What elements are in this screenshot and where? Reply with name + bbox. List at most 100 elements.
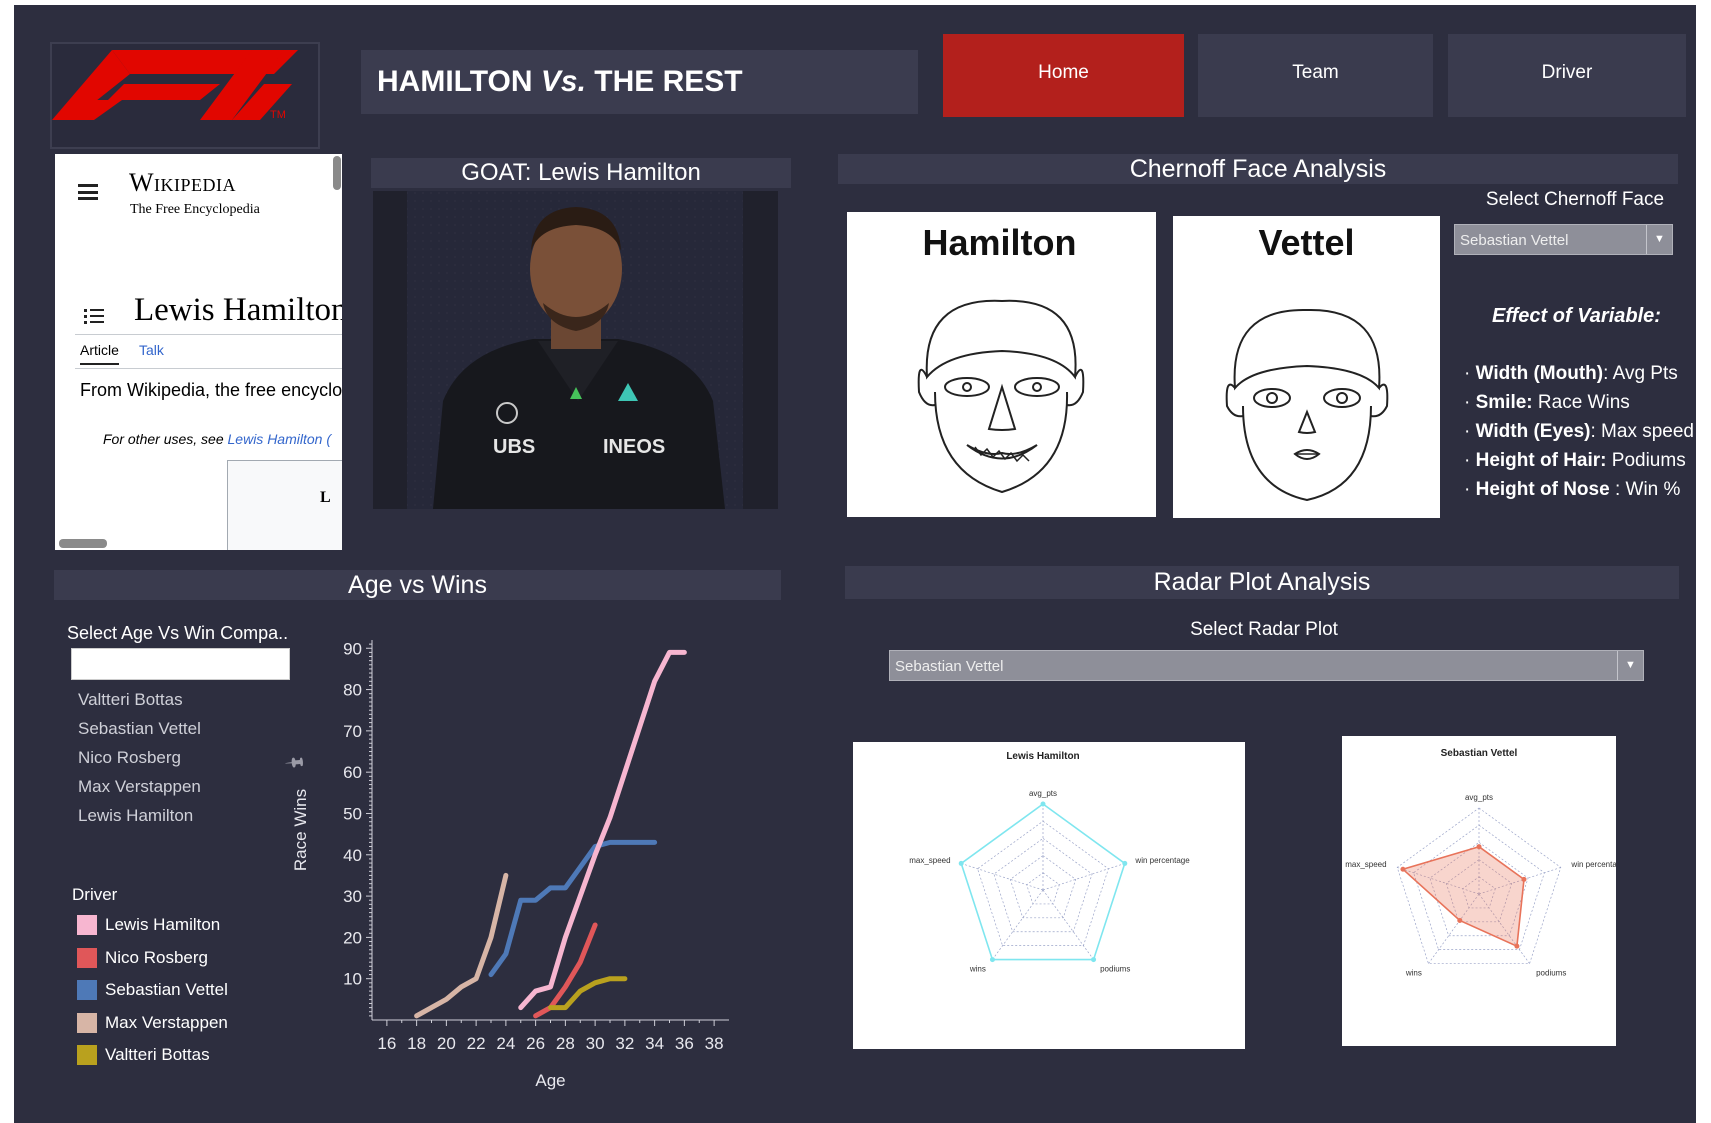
x-tick-label: 18 [407, 1034, 426, 1053]
legend-title: Driver [72, 885, 118, 904]
y-tick-label: 40 [343, 846, 362, 865]
title-suffix: THE REST [594, 65, 743, 98]
nav-home-button[interactable]: Home [943, 34, 1184, 117]
age-vs-wins-chart: 10 20 30 40 50 60 70 80 90 16 18 20 22 24 26 28 30 32 34 36… [291, 639, 729, 1090]
wikipedia-brand: Wikipedia [129, 168, 237, 197]
x-tick-label: 20 [437, 1034, 456, 1053]
chernoff-select-label: Select Chernoff Face [1485, 189, 1665, 210]
filter-item[interactable]: Valtteri Bottas [78, 685, 201, 714]
radar-select-dropdown[interactable]: Sebastian Vettel ▼ [889, 650, 1644, 681]
chernoff-select-dropdown[interactable]: Sebastian Vettel ▼ [1454, 224, 1673, 255]
toc-list-icon[interactable] [84, 307, 104, 325]
chernoff-face-vettel: Vettel [1173, 216, 1440, 518]
radar-title: Lewis Hamilton [1006, 751, 1079, 762]
age-wins-filter-input[interactable] [71, 648, 290, 680]
y-tick-label: 10 [343, 970, 362, 989]
radar-point [1400, 866, 1406, 872]
legend-swatch [77, 947, 97, 968]
radar-point [1091, 957, 1097, 963]
x-tick-label: 32 [615, 1034, 634, 1053]
filter-item[interactable]: Sebastian Vettel [78, 714, 201, 743]
legend-item: Valtteri Bottas [77, 1039, 228, 1072]
radar-point [1457, 917, 1463, 923]
y-tick-label: 20 [343, 928, 362, 947]
y-tick-label: 70 [343, 722, 362, 741]
x-tick-label: 30 [586, 1034, 605, 1053]
chernoff-face-right-icon [1225, 308, 1389, 502]
age-wins-filter-list: Valtteri Bottas Sebastian Vettel Nico Ro… [78, 685, 201, 830]
tab-article[interactable]: Article [80, 342, 119, 365]
effect-variable-item: · Width (Mouth): Avg Pts [1464, 363, 1678, 384]
from-wikipedia-text: From Wikipedia, the free encyclop [80, 380, 342, 400]
radar-axis-label: win percentage [1134, 856, 1190, 865]
series-line-max-verstappen [414, 872, 509, 1019]
face-left-name: Hamilton [922, 222, 1077, 263]
y-tick-label: 50 [343, 804, 362, 823]
title-prefix: HAMILTON [377, 65, 533, 98]
suit-text-1: UBS [493, 436, 535, 458]
filter-item[interactable]: Lewis Hamilton [78, 801, 201, 830]
driver-portrait-icon: UBS INEOS [373, 191, 778, 509]
x-tick-label: 16 [377, 1034, 396, 1053]
wikipedia-embed[interactable]: Wikipedia The Free Encyclopedia Lewis Ha… [55, 154, 342, 550]
legend-swatch [77, 980, 97, 1001]
legend-swatch [77, 915, 97, 936]
legend-swatch [77, 1045, 97, 1066]
chevron-down-icon: ▼ [1646, 225, 1672, 254]
radar-title: Sebastian Vettel [1441, 748, 1518, 759]
radar-axis-label: wins [969, 965, 986, 974]
x-axis-label: Age [535, 1071, 565, 1090]
dashboard: TM HAMILTON Vs. THE REST Home Team Drive… [14, 5, 1696, 1123]
infobox: L [227, 460, 342, 550]
radar-point [1122, 860, 1128, 866]
hatnote-link[interactable]: Lewis Hamilton ( [228, 431, 331, 447]
filter-item[interactable]: Nico Rosberg [78, 743, 201, 772]
dashboard-title: HAMILTON Vs. THE REST [361, 50, 918, 114]
filter-item[interactable]: Max Verstappen [78, 772, 201, 801]
radar-point [1476, 844, 1482, 850]
radar-point [989, 957, 995, 963]
hamburger-menu-icon[interactable] [78, 184, 98, 200]
x-tick-label: 24 [496, 1034, 515, 1053]
radar-heading: Radar Plot Analysis [845, 566, 1679, 599]
tab-talk[interactable]: Talk [139, 342, 164, 358]
suit-text-2: INEOS [603, 436, 665, 458]
vertical-scrollbar[interactable] [333, 156, 341, 190]
radar-axis-label: avg_pts [1029, 789, 1057, 798]
hatnote-prefix: For other uses, see [103, 431, 228, 447]
driver-legend: Lewis Hamilton Nico Rosberg Sebastian Ve… [77, 909, 228, 1072]
x-tick-label: 22 [467, 1034, 486, 1053]
legend-item: Sebastian Vettel [77, 974, 228, 1007]
chernoff-face-hamilton: Hamilton [847, 212, 1156, 517]
radar-point [958, 860, 964, 866]
hamilton-photo: UBS INEOS [373, 191, 778, 509]
y-tick-label: 80 [343, 681, 362, 700]
horizontal-scrollbar[interactable] [59, 539, 107, 548]
radar-axis-label: wins [1405, 969, 1422, 978]
x-tick-label: 38 [705, 1034, 724, 1053]
effect-variable-item: · Height of Nose : Win % [1464, 479, 1681, 500]
logo-tm: TM [270, 109, 286, 121]
legend-item: Nico Rosberg [77, 942, 228, 975]
f1-logo[interactable]: TM [50, 42, 320, 149]
radar-axis-label: avg_pts [1465, 793, 1493, 802]
radar-point [1521, 876, 1527, 882]
radar-select-value: Sebastian Vettel [895, 658, 1004, 675]
hatnote: For other uses, see Lewis Hamilton ( [103, 431, 331, 447]
age-wins-filter-label: Select Age Vs Win Compa.. [67, 623, 289, 643]
radar-point [1040, 801, 1046, 807]
nav-driver-button[interactable]: Driver [1448, 34, 1686, 117]
radar-spoke [992, 889, 1044, 960]
effect-variable-item: · Width (Eyes): Max speed [1464, 421, 1694, 442]
nav-team-button[interactable]: Team [1198, 34, 1433, 117]
title-vs: Vs. [540, 65, 586, 98]
x-tick-label: 28 [556, 1034, 575, 1053]
y-tick-label: 60 [343, 763, 362, 782]
radar-axis-label: max_speed [1345, 860, 1386, 869]
chernoff-face-left-icon [917, 299, 1085, 494]
x-tick-label: 26 [526, 1034, 545, 1053]
article-title: Lewis Hamilton [134, 292, 342, 328]
y-tick-label: 30 [343, 887, 362, 906]
effect-variable-item: · Height of Hair: Podiums [1464, 450, 1686, 471]
infobox-letter: L [320, 489, 331, 506]
